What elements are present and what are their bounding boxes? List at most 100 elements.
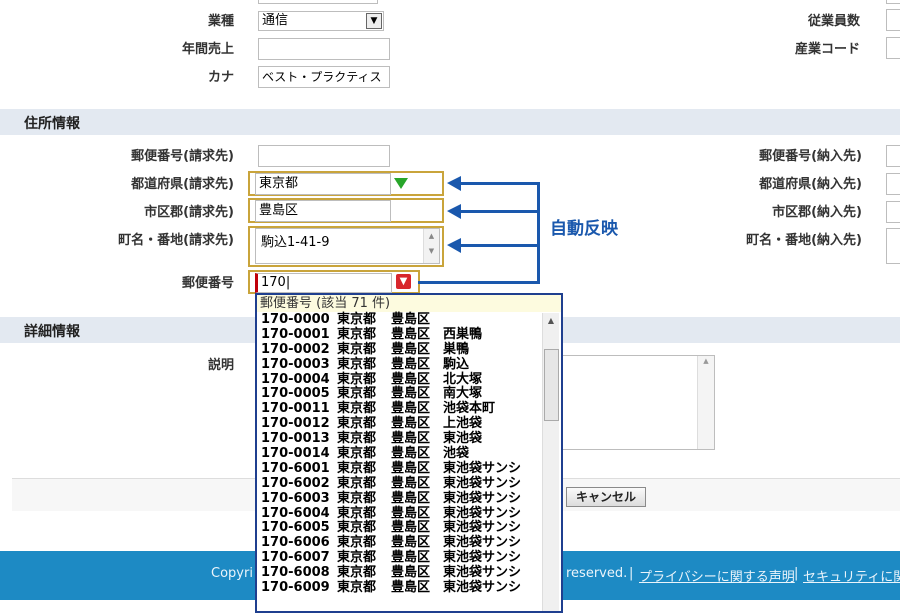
annotation-label: 自動反映: [550, 219, 618, 239]
annual-sales-label: 年間売上: [181, 42, 234, 57]
billing-pref-input[interactable]: 東京都: [255, 173, 391, 195]
top-partial-input[interactable]: [258, 0, 378, 4]
suggestion-row[interactable]: 170-0005 東京都 豊島区 南大塚: [257, 386, 561, 401]
suggestion-row[interactable]: 170-6004 東京都 豊島区 東池袋サンシ: [257, 506, 561, 521]
suggestion-row[interactable]: 170-6001 東京都 豊島区 東池袋サンシ: [257, 461, 561, 476]
suggestion-row[interactable]: 170-0003 東京都 豊島区 駒込: [257, 357, 561, 372]
suggestion-row[interactable]: 170-0014 東京都 豊島区 池袋: [257, 446, 561, 461]
suggestion-code: 170-6008: [261, 565, 330, 581]
suggestion-row[interactable]: 170-6005 東京都 豊島区 東池袋サンシ: [257, 520, 561, 535]
suggestion-row[interactable]: 170-6007 東京都 豊島区 東池袋サンシ: [257, 550, 561, 565]
suggestion-pref: 東京都: [337, 416, 377, 432]
suggestion-code: 170-6001: [261, 460, 330, 476]
green-dropdown-icon[interactable]: [394, 178, 408, 189]
cancel-button[interactable]: キャンセル: [566, 487, 646, 507]
suggestion-code: 170-6007: [261, 550, 330, 566]
annotation-bracket-vertical: [537, 182, 540, 283]
suggestion-code: 170-0005: [261, 386, 330, 402]
billing-street-textarea[interactable]: 駒込1-41-9 ▲ ▼: [255, 228, 440, 264]
suggestion-row[interactable]: 170-0004 東京都 豊島区 北大塚: [257, 372, 561, 387]
shipping-street-textarea[interactable]: [886, 228, 900, 264]
suggestion-ward: 豊島区: [391, 371, 431, 387]
zip-search-icon[interactable]: ▼: [396, 274, 411, 289]
suggestion-pref: 東京都: [337, 520, 377, 536]
suggestion-row[interactable]: 170-0013 東京都 豊島区 東池袋: [257, 431, 561, 446]
employees-input[interactable]: [886, 9, 900, 31]
billing-city-label: 市区郡(請求先): [144, 205, 234, 220]
suggestion-row[interactable]: 170-6009 東京都 豊島区 東池袋サンシ: [257, 580, 561, 595]
zip-input[interactable]: 170|: [255, 273, 392, 293]
suggestion-ward: 豊島区: [391, 520, 431, 536]
suggestion-code: 170-0003: [261, 356, 330, 372]
kana-input[interactable]: ベスト・プラクティス: [258, 66, 390, 88]
arrowhead-icon: [447, 238, 461, 253]
suggestion-code: 170-0012: [261, 416, 330, 432]
shipping-zip-label: 郵便番号(納入先): [759, 149, 862, 164]
address-section-header: 住所情報: [0, 109, 900, 135]
suggestion-pref: 東京都: [337, 460, 377, 476]
suggestion-town: 池袋本町: [443, 401, 496, 417]
kana-label: カナ: [207, 70, 234, 85]
privacy-link[interactable]: プライバシーに関する声明: [639, 566, 795, 585]
annual-sales-input[interactable]: [258, 38, 390, 60]
suggestion-code: 170-6003: [261, 490, 330, 506]
suggestion-code: 170-0004: [261, 371, 330, 387]
suggestion-pref: 東京都: [337, 341, 377, 357]
suggestion-row[interactable]: 170-0012 東京都 豊島区 上池袋: [257, 416, 561, 431]
suggestion-town: 東池袋サンシ: [443, 505, 522, 521]
suggestion-row[interactable]: 170-0000 東京都 豊島区: [257, 312, 561, 327]
suggestion-ward: 豊島区: [391, 386, 431, 402]
suggestion-pref: 東京都: [337, 535, 377, 551]
suggestion-code: 170-0001: [261, 326, 330, 342]
suggestion-ward: 豊島区: [391, 550, 431, 566]
footer-copyright: Copyri: [211, 566, 253, 581]
suggestion-row[interactable]: 170-6008 東京都 豊島区 東池袋サンシ: [257, 565, 561, 580]
suggestion-pref: 東京都: [337, 312, 377, 327]
billing-pref-label: 都道府県(請求先): [131, 177, 234, 192]
shipping-zip-input[interactable]: [886, 145, 900, 167]
suggestion-ward: 豊島区: [391, 475, 431, 491]
textarea-scrollbar[interactable]: ▲: [697, 356, 714, 449]
suggestion-town: 東池袋サンシ: [443, 520, 522, 536]
shipping-city-input[interactable]: [886, 201, 900, 223]
suggestion-ward: 豊島区: [391, 490, 431, 506]
annotation-bracket-mid: [460, 210, 540, 213]
industry-code-label: 産業コード: [794, 42, 860, 57]
suggestion-row[interactable]: 170-6006 東京都 豊島区 東池袋サンシ: [257, 535, 561, 550]
scroll-thumb[interactable]: [544, 349, 559, 421]
annotation-bracket-top: [460, 182, 540, 185]
billing-zip-input[interactable]: [258, 145, 390, 167]
suggestion-code: 170-6009: [261, 580, 330, 596]
security-link[interactable]: セキュリティに関す: [803, 566, 900, 585]
suggestion-code: 170-0000: [261, 312, 330, 327]
suggestion-code: 170-0013: [261, 431, 330, 447]
suggestion-row[interactable]: 170-6003 東京都 豊島区 東池袋サンシ: [257, 491, 561, 506]
description-label: 説明: [207, 358, 234, 373]
textarea-scrollbar[interactable]: ▲ ▼: [423, 229, 439, 263]
suggestion-ward: 豊島区: [391, 446, 431, 462]
suggestion-row[interactable]: 170-0002 東京都 豊島区 巣鴨: [257, 342, 561, 357]
suggestion-pref: 東京都: [337, 371, 377, 387]
employees-label: 従業員数: [807, 14, 860, 29]
industry-select[interactable]: 通信 ▼: [258, 11, 384, 31]
suggestion-row[interactable]: 170-0001 東京都 豊島区 西巣鴨: [257, 327, 561, 342]
suggestion-ward: 豊島区: [391, 535, 431, 551]
shipping-pref-input[interactable]: [886, 173, 900, 195]
suggestion-pref: 東京都: [337, 505, 377, 521]
suggestion-pref: 東京都: [337, 386, 377, 402]
zip-suggestion-popup: 郵便番号 (該当 71 件) 170-0000 東京都 豊島区 170-0001 東京都…: [255, 293, 563, 613]
suggestion-row[interactable]: 170-6002 東京都 豊島区 東池袋サンシ: [257, 476, 561, 491]
top-partial-input-right[interactable]: [886, 0, 900, 4]
scroll-up-icon[interactable]: ▲: [543, 313, 559, 329]
chevron-down-icon[interactable]: ▼: [366, 13, 382, 29]
suggestion-ward: 豊島区: [391, 431, 431, 447]
suggestion-town: 東池袋サンシ: [443, 460, 522, 476]
industry-code-input[interactable]: [886, 37, 900, 59]
suggestion-row[interactable]: 170-0011 東京都 豊島区 池袋本町: [257, 401, 561, 416]
arrowhead-icon: [447, 204, 461, 219]
suggestion-pref: 東京都: [337, 446, 377, 462]
billing-city-input[interactable]: 豊島区: [255, 200, 391, 222]
popup-scrollbar[interactable]: ▲: [542, 313, 559, 611]
billing-zip-label: 郵便番号(請求先): [131, 149, 234, 164]
suggestion-town: 上池袋: [443, 416, 483, 432]
